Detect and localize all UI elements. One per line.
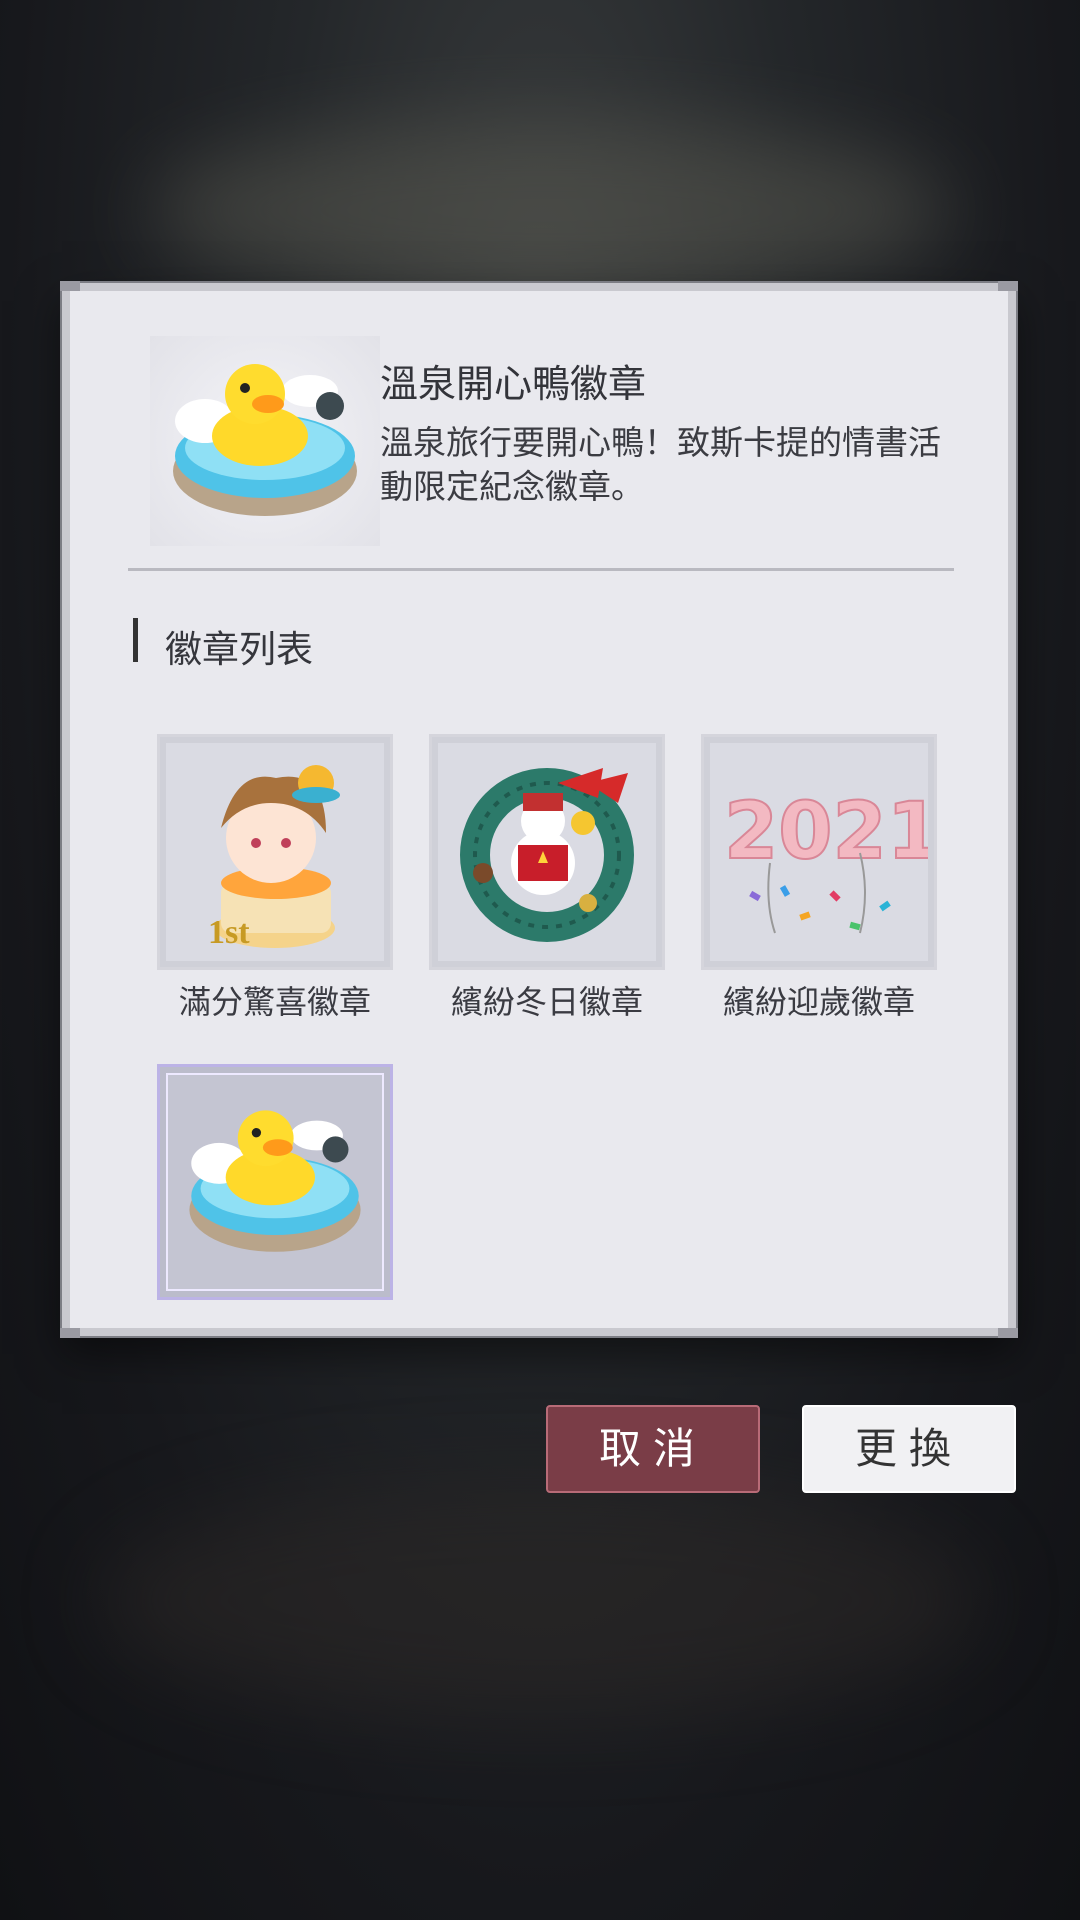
badge-tile-selected[interactable] (157, 1064, 393, 1300)
hot-spring-duck-badge-icon (173, 364, 357, 516)
2021-balloons-badge-icon: 2021 (723, 786, 942, 934)
selected-badge-description: 溫泉旅行要開心鴨！致斯卡提的情書活動限定紀念徽章。 (380, 423, 941, 506)
frame-corner (60, 1328, 80, 1338)
selected-badge-preview (150, 336, 380, 546)
badge-tile-bg (438, 743, 656, 961)
chibi-cake-1st-badge-icon: 1st (208, 765, 340, 951)
badge-tile-bg: 1st (166, 743, 384, 961)
frame-corner (60, 281, 80, 291)
replace-button[interactable]: 更換 (802, 1405, 1016, 1493)
badge-tile[interactable]: 2021 (701, 734, 942, 970)
background-blur (150, 120, 950, 300)
badge-label: 繽紛冬日徽章 (450, 983, 643, 1021)
badge-list-title: 徽章列表 (165, 628, 313, 671)
badge-label: 繽紛迎歲徽章 (722, 983, 915, 1021)
badge-tile[interactable]: 1st (157, 734, 393, 970)
background-blur (100, 1480, 980, 1720)
badge-tile-bg (166, 1073, 384, 1291)
balloon-year-text: 2021 (724, 787, 928, 877)
badge-tile-bg: 2021 (710, 743, 942, 961)
hot-spring-duck-badge-icon (189, 1110, 361, 1252)
section-marker (133, 618, 138, 662)
selected-badge-title: 溫泉開心鴨徽章 (380, 362, 647, 406)
badge-dialog: 溫泉開心鴨徽章 溫泉旅行要開心鴨！致斯卡提的情書活動限定紀念徽章。 徽章列表 1… (60, 281, 1018, 1338)
frame-corner (998, 281, 1018, 291)
badge-1st-text: 1st (208, 914, 250, 951)
badge-tile[interactable] (429, 734, 665, 970)
badge-label: 滿分驚喜徽章 (178, 983, 371, 1021)
cancel-button[interactable]: 取消 (546, 1405, 760, 1493)
christmas-wreath-snowman-badge-icon (460, 768, 634, 942)
divider (128, 568, 954, 571)
frame-corner (998, 1328, 1018, 1338)
